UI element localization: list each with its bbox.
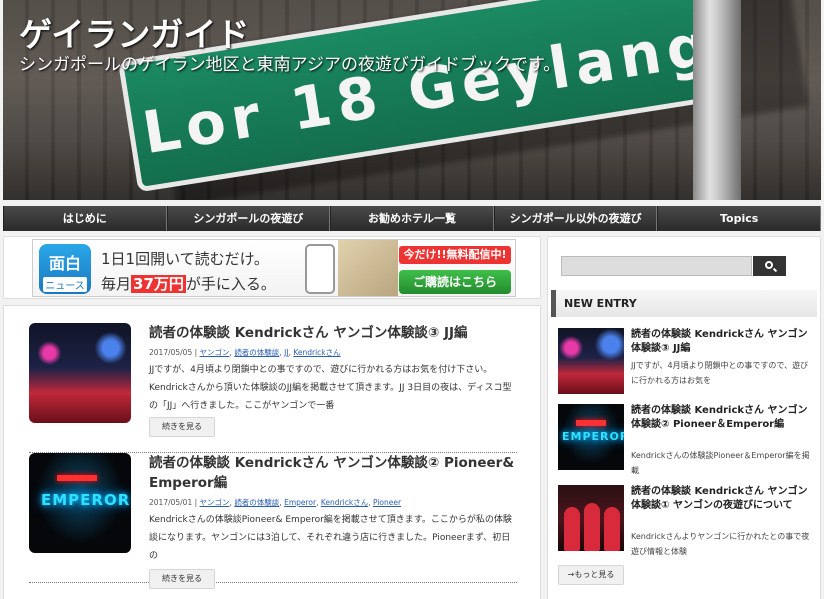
post-thumbnail[interactable]: [29, 323, 131, 423]
sign-pole: [693, 0, 741, 200]
new-entry-heading: NEW ENTRY: [551, 290, 817, 317]
ad-line1: 1日1回開いて読むだけ。: [101, 250, 269, 268]
post-meta: 2017/05/05 | ヤンゴン, 読者の体験談, JJ, Kendrickさ…: [149, 348, 341, 357]
entry-thumbnail[interactable]: EMPEROR: [558, 404, 624, 470]
post-tag[interactable]: JJ: [284, 348, 288, 357]
more-entries-button[interactable]: →もっと見る: [558, 565, 624, 585]
post-tag[interactable]: Kendrickさん: [321, 498, 368, 507]
site-header[interactable]: Lor 18 Geylang ゲイランガイド シンガポールのゲイラン地区と東南ア…: [3, 0, 821, 200]
phone-icon: [305, 244, 335, 294]
post-excerpt: Kendrickさんの体験談Pioneer& Emperor編を掲載させて頂きま…: [149, 515, 512, 561]
nav-item-other-nightlife[interactable]: シンガポール以外の夜遊び: [493, 206, 658, 231]
entry-title[interactable]: 読者の体験談 Kendrickさん ヤンゴン体験談① ヤンゴンの夜遊びについて: [631, 485, 816, 513]
entry-thumbnail[interactable]: [558, 485, 624, 551]
new-entry-item[interactable]: 読者の体験談 Kendrickさん ヤンゴン体験談③ JJ編 JJですが、4月頃…: [558, 328, 816, 400]
main-content: 読者の体験談 Kendrickさん ヤンゴン体験談③ JJ編 2017/05/0…: [3, 305, 541, 599]
ad-cta-button[interactable]: ご購読はこちら: [399, 270, 511, 294]
ad-container: 面白 ニュース 1日1回開いて読むだけ。 毎月 37万円 が手に入る。 今だけ!!無…: [3, 236, 541, 299]
post-item: EMPEROR 読者の体験談 Kendrickさん ヤンゴン体験談② Pione…: [29, 453, 517, 589]
ad-badge: 今だけ!!無料配信中!: [399, 246, 511, 264]
post-tag[interactable]: 読者の体験談: [234, 498, 279, 507]
read-more-button[interactable]: 続きを見る: [149, 569, 215, 589]
page: Lor 18 Geylang ゲイランガイド シンガポールのゲイラン地区と東南ア…: [0, 0, 824, 599]
new-entry-item[interactable]: 読者の体験談 Kendrickさん ヤンゴン体験談① ヤンゴンの夜遊びについて …: [558, 485, 816, 557]
money-image: [338, 240, 398, 296]
entry-excerpt: JJですが、4月頃より閉鎖中との事ですので、遊びに行かれる方はお気を: [631, 361, 809, 385]
post-item: 読者の体験談 Kendrickさん ヤンゴン体験談③ JJ編 2017/05/0…: [29, 323, 517, 453]
entry-title[interactable]: 読者の体験談 Kendrickさん ヤンゴン体験談③ JJ編: [631, 328, 816, 356]
post-title[interactable]: 読者の体験談 Kendrickさん ヤンゴン体験談③ JJ編: [149, 323, 517, 343]
new-entry-item[interactable]: EMPEROR 読者の体験談 Kendrickさん ヤンゴン体験談② Pione…: [558, 404, 816, 476]
nav-item-topics[interactable]: Topics: [657, 206, 821, 231]
read-more-button[interactable]: 続きを見る: [149, 417, 215, 437]
nav-item-singapore-nightlife[interactable]: シンガポールの夜遊び: [166, 206, 331, 231]
post-tag[interactable]: ヤンゴン: [200, 498, 230, 507]
post-meta: 2017/05/01 | ヤンゴン, 読者の体験談, Emperor, Kend…: [149, 498, 402, 507]
thumbnail-sign-text: EMPEROR: [41, 491, 131, 509]
ad-banner[interactable]: 面白 ニュース 1日1回開いて読むだけ。 毎月 37万円 が手に入る。 今だけ!!無…: [32, 239, 516, 297]
search-button[interactable]: [753, 256, 786, 276]
site-title[interactable]: ゲイランガイド: [19, 8, 249, 56]
entry-title[interactable]: 読者の体験談 Kendrickさん ヤンゴン体験談② Pioneer＆Emper…: [631, 404, 816, 432]
thumbnail-sign-text: EMPEROR: [562, 430, 624, 443]
main-nav: はじめに シンガポールの夜遊び お勧めホテル一覧 シンガポール以外の夜遊び To…: [3, 206, 821, 231]
post-excerpt: JJですが、4月頃より閉鎖中との事ですので、遊びに行かれる方はお気を付け下さい。…: [149, 365, 512, 411]
post-tag[interactable]: 読者の体験談: [234, 348, 279, 357]
nav-item-intro[interactable]: はじめに: [3, 206, 167, 231]
post-tag[interactable]: ヤンゴン: [200, 348, 230, 357]
post-tag[interactable]: Emperor: [284, 498, 316, 507]
post-thumbnail[interactable]: EMPEROR: [29, 453, 131, 553]
sidebar: NEW ENTRY 読者の体験談 Kendrickさん ヤンゴン体験談③ JJ編…: [547, 236, 821, 599]
post-tag[interactable]: Kendrickさん: [293, 348, 340, 357]
ad-line2: 毎月 37万円 が手に入る。: [101, 275, 276, 293]
site-description: シンガポールのゲイラン地区と東南アジアの夜遊びガイドブックです。: [19, 55, 561, 75]
post-tag[interactable]: Pioneer: [373, 498, 401, 507]
entry-excerpt: Kendrickさんよりヤンゴンに行かれたとの事で夜遊び情報と体験: [631, 532, 810, 556]
search-input[interactable]: [561, 256, 752, 276]
post-title[interactable]: 読者の体験談 Kendrickさん ヤンゴン体験談② Pioneer& Empe…: [149, 453, 517, 493]
entry-thumbnail[interactable]: [558, 328, 624, 394]
ad-logo: 面白 ニュース: [39, 244, 91, 294]
entry-excerpt: Kendrickさんの体験談Pioneer＆Emperor編を掲載: [631, 451, 810, 475]
search-icon: [765, 261, 773, 269]
nav-item-hotels[interactable]: お勧めホテル一覧: [330, 206, 494, 231]
